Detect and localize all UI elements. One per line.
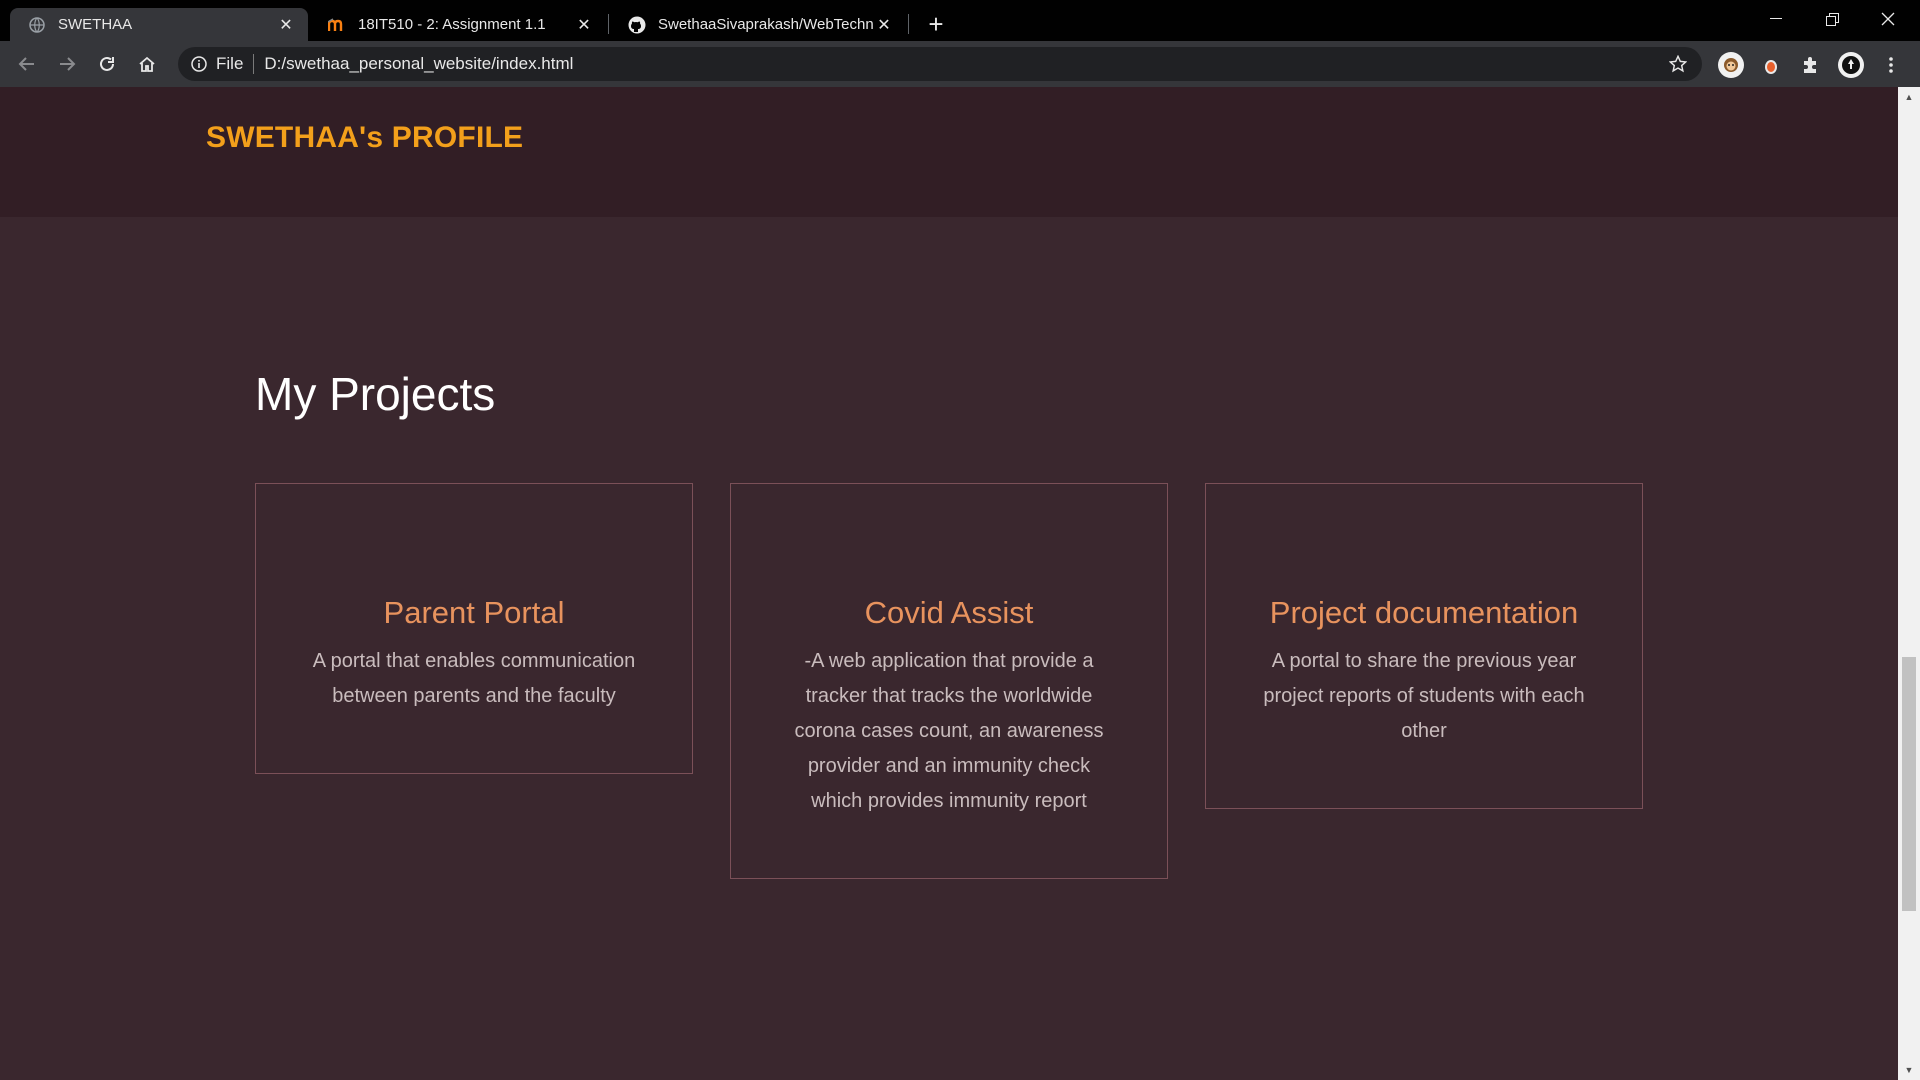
project-description: A portal to share the previous year proj… bbox=[1263, 650, 1585, 742]
scrollbar-thumb[interactable] bbox=[1902, 657, 1916, 911]
project-card[interactable]: Parent Portal A portal that enables comm… bbox=[255, 483, 693, 774]
project-title: Parent Portal bbox=[383, 595, 565, 630]
extension-icon-orange[interactable] bbox=[1758, 52, 1784, 78]
restore-icon[interactable] bbox=[1804, 0, 1860, 38]
vertical-scrollbar[interactable]: ▲ ▼ bbox=[1898, 87, 1920, 1080]
page-viewport: SWETHAA's PROFILE My Projects Parent Por… bbox=[0, 87, 1898, 1080]
tab-title: SwethaaSivaprakash/WebTechno bbox=[658, 16, 874, 33]
address-bar[interactable]: File D:/swethaa_personal_website/index.h… bbox=[178, 47, 1702, 81]
new-tab-button[interactable]: + bbox=[922, 9, 950, 39]
section-title: My Projects bbox=[255, 368, 496, 420]
tab-swethaa[interactable]: SWETHAA ✕ bbox=[10, 8, 308, 41]
project-title: Covid Assist bbox=[864, 595, 1034, 630]
close-window-icon[interactable] bbox=[1860, 0, 1916, 38]
tab-title: 18IT510 - 2: Assignment 1.1 bbox=[358, 16, 546, 33]
project-description: -A web application that provide a tracke… bbox=[794, 650, 1104, 812]
profile-avatar-icon[interactable] bbox=[1838, 52, 1864, 78]
tab-separator bbox=[608, 14, 609, 34]
project-card[interactable]: Covid Assist -A web application that pro… bbox=[730, 483, 1168, 879]
monkey-extension-icon[interactable] bbox=[1718, 52, 1744, 78]
extensions-puzzle-icon[interactable] bbox=[1798, 52, 1824, 78]
project-title: Project documentation bbox=[1269, 595, 1579, 630]
url-scheme-label: File bbox=[216, 54, 244, 73]
globe-icon bbox=[28, 16, 46, 34]
github-icon bbox=[628, 16, 646, 34]
bookmark-star-icon[interactable] bbox=[1666, 52, 1690, 76]
scroll-down-arrow-icon[interactable]: ▼ bbox=[1898, 1060, 1920, 1080]
project-description: A portal that enables communication betw… bbox=[312, 650, 636, 707]
forward-arrow-icon[interactable] bbox=[52, 49, 82, 79]
close-tab-icon[interactable]: ✕ bbox=[874, 15, 894, 35]
close-tab-icon[interactable]: ✕ bbox=[276, 15, 296, 35]
moodle-icon bbox=[328, 16, 346, 34]
scroll-up-arrow-icon[interactable]: ▲ bbox=[1898, 87, 1920, 107]
home-icon[interactable] bbox=[132, 49, 162, 79]
site-header: SWETHAA's PROFILE bbox=[0, 87, 1898, 217]
reload-icon[interactable] bbox=[92, 49, 122, 79]
minimize-icon[interactable] bbox=[1748, 0, 1804, 38]
project-card[interactable]: Project documentation A portal to share … bbox=[1205, 483, 1643, 809]
site-brand[interactable]: SWETHAA's PROFILE bbox=[206, 121, 523, 155]
back-arrow-icon[interactable] bbox=[12, 49, 42, 79]
tab-separator bbox=[908, 14, 909, 34]
close-tab-icon[interactable]: ✕ bbox=[574, 15, 594, 35]
tab-github[interactable]: SwethaaSivaprakash/WebTechno ✕ bbox=[610, 8, 906, 41]
menu-kebab-icon[interactable] bbox=[1878, 52, 1904, 78]
info-icon[interactable] bbox=[188, 53, 210, 75]
browser-tab-strip: SWETHAA ✕ 18IT510 - 2: Assignment 1.1 ✕ … bbox=[0, 0, 1920, 41]
omnibox-divider bbox=[253, 54, 255, 74]
url-text[interactable]: D:/swethaa_personal_website/index.html bbox=[264, 54, 1666, 74]
browser-toolbar: File D:/swethaa_personal_website/index.h… bbox=[0, 41, 1920, 87]
tab-title: SWETHAA bbox=[58, 16, 133, 33]
tab-assignment[interactable]: 18IT510 - 2: Assignment 1.1 ✕ bbox=[310, 8, 606, 41]
